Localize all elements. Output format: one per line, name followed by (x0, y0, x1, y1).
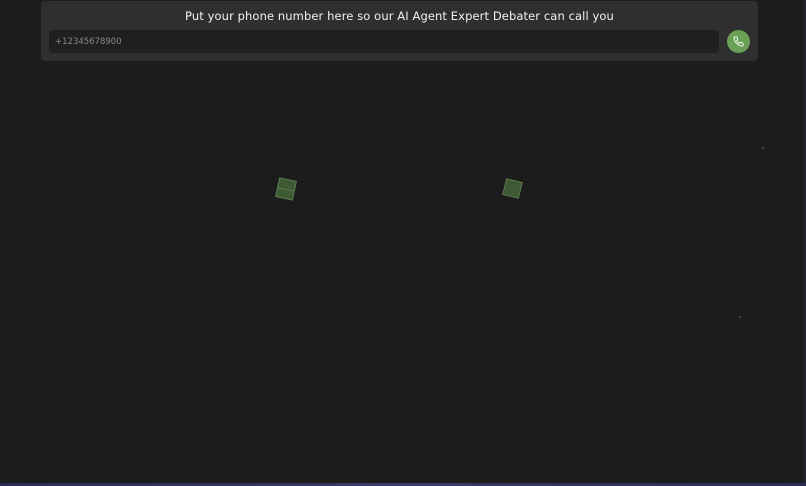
call-request-card: Put your phone number here so our AI Age… (41, 1, 758, 61)
decorative-particle (762, 147, 764, 149)
decorative-particle (739, 316, 741, 318)
phone-number-input[interactable] (49, 30, 719, 53)
decorative-cube-left (275, 177, 297, 201)
call-button[interactable] (727, 30, 750, 53)
call-request-title: Put your phone number here so our AI Age… (185, 9, 614, 23)
page: Put your phone number here so our AI Age… (0, 0, 806, 486)
decorative-cube-right (502, 178, 523, 199)
phone-icon (733, 36, 744, 47)
window-right-edge (802, 0, 806, 486)
